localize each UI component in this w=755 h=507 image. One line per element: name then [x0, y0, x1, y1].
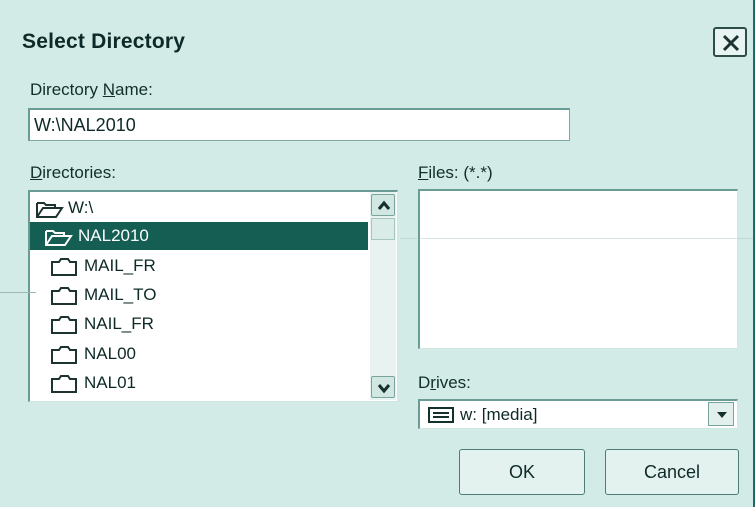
folder-icon [51, 316, 77, 334]
folder-icon [51, 375, 77, 393]
directory-item-label: W:\ [68, 198, 94, 217]
folder-icon [51, 287, 77, 305]
drive-icon [428, 407, 454, 423]
directory-item-mail-to[interactable]: MAIL_TO [30, 281, 368, 309]
open-folder-icon [45, 230, 73, 246]
drives-dropdown-button[interactable] [708, 402, 734, 426]
directory-item-mail-fr[interactable]: MAIL_FR [30, 252, 368, 280]
directories-list[interactable]: W:\ NAL2010 MAIL_FR MAIL_TO NAIL_FR NAL0… [28, 190, 398, 402]
cancel-button[interactable]: Cancel [605, 449, 739, 495]
ok-button[interactable]: OK [459, 449, 585, 495]
open-folder-icon [36, 202, 64, 218]
title-bar: Select Directory [0, 0, 753, 70]
directory-item-label: NAL2010 [78, 226, 149, 245]
directory-item-label: NAIL_FR [84, 314, 154, 333]
close-button[interactable] [713, 27, 747, 57]
chevron-up-icon [377, 200, 391, 210]
drives-label: Drives: [418, 373, 471, 392]
scan-line-artifact [0, 292, 36, 293]
drives-select[interactable]: w: [media] [418, 399, 738, 429]
scan-line-artifact [400, 238, 753, 239]
directories-scrollbar[interactable] [370, 192, 396, 400]
scroll-up-button[interactable] [371, 194, 395, 216]
directory-item-root[interactable]: W:\ [30, 194, 368, 222]
directory-item-label: NAL00 [84, 344, 136, 363]
folder-icon [51, 258, 77, 276]
directory-item-nal2010[interactable]: NAL2010 [30, 222, 368, 250]
select-directory-dialog: Select Directory Directory Name: Directo… [0, 0, 755, 507]
directory-item-nail-fr[interactable]: NAIL_FR [30, 310, 368, 338]
close-icon [722, 34, 740, 52]
directory-item-nal01[interactable]: NAL01 [30, 369, 368, 397]
directory-item-label: MAIL_TO [84, 285, 157, 304]
scroll-thumb[interactable] [371, 218, 395, 240]
chevron-down-icon [377, 384, 391, 394]
files-list[interactable] [418, 189, 738, 349]
drives-selected-value: w: [media] [460, 405, 538, 424]
directories-label: Directories: [30, 163, 116, 182]
scroll-down-button[interactable] [371, 376, 395, 398]
directory-item-label: NAL01 [84, 373, 136, 392]
dialog-title: Select Directory [22, 30, 186, 53]
folder-icon [51, 346, 77, 364]
directory-item-nal00[interactable]: NAL00 [30, 340, 368, 368]
directory-name-field[interactable] [34, 113, 554, 137]
files-label: Files: (*.*) [418, 163, 493, 182]
directory-name-field-box [28, 108, 570, 141]
chevron-down-icon [717, 412, 727, 418]
directory-item-label: MAIL_FR [84, 256, 156, 275]
directory-name-label: Directory Name: [30, 80, 153, 99]
